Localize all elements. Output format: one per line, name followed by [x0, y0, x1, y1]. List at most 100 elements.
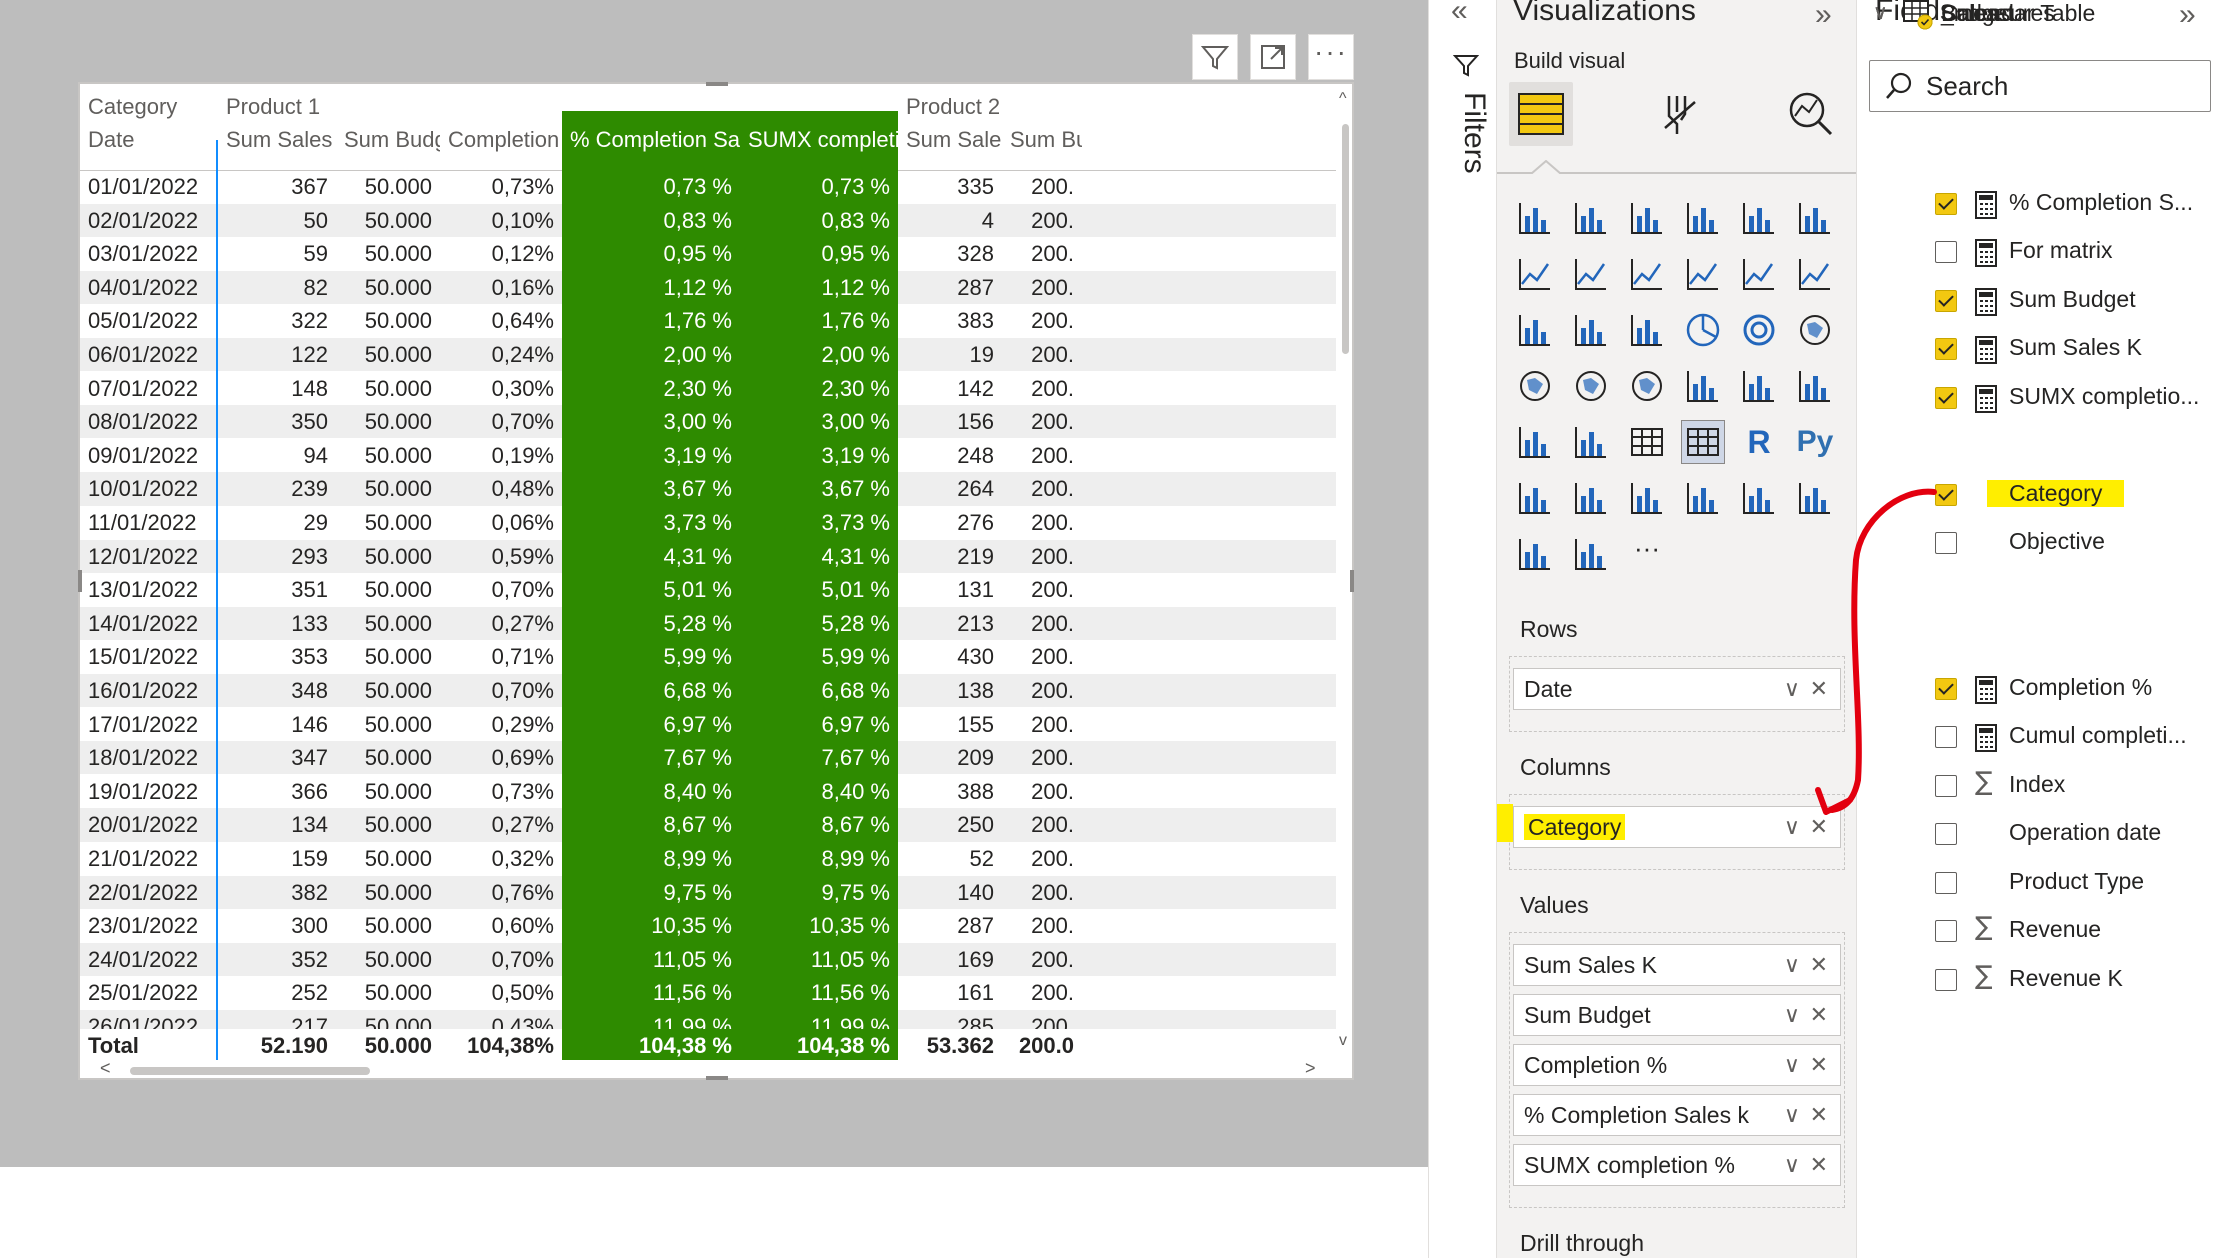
- column-header[interactable]: Completion %: [440, 123, 562, 156]
- field-name[interactable]: Revenue: [2009, 916, 2101, 943]
- field-name[interactable]: Sum Sales K: [2009, 334, 2142, 361]
- column-group-product-1[interactable]: Product 1: [218, 90, 518, 123]
- stacked-bar-icon[interactable]: [1513, 196, 1557, 240]
- field-name[interactable]: Sum Budget: [2009, 286, 2136, 313]
- values-field[interactable]: Completion % ∨ ✕: [1513, 1044, 1841, 1086]
- field-checkbox[interactable]: [1935, 920, 1957, 942]
- resize-handle-left[interactable]: [78, 570, 82, 592]
- chevron-down-icon[interactable]: ∨: [1784, 1145, 1800, 1185]
- key-influencers-icon[interactable]: [1513, 476, 1557, 520]
- values-field[interactable]: Sum Budget ∨ ✕: [1513, 994, 1841, 1036]
- treemap-icon[interactable]: [1793, 308, 1837, 352]
- clustered-column-icon[interactable]: [1681, 196, 1725, 240]
- chevron-down-icon[interactable]: ∨: [1873, 0, 1888, 25]
- table-row[interactable]: 06/01/2022 122 50.000 0,24% 2,00 % 2,00 % 19 20…: [80, 338, 1336, 372]
- horizontal-scroll-thumb[interactable]: [130, 1067, 370, 1075]
- table-row[interactable]: 22/01/2022 382 50.000 0,76% 9,75 % 9,75 % 140 2…: [80, 875, 1336, 909]
- qa-icon[interactable]: [1625, 476, 1669, 520]
- more-options-icon[interactable]: ···: [1308, 34, 1354, 80]
- field-checkbox[interactable]: [1935, 774, 1957, 797]
- field-checkbox[interactable]: [1935, 726, 1957, 748]
- field-checkbox[interactable]: [1935, 532, 1957, 554]
- power-automate-flow-icon[interactable]: [1569, 532, 1613, 576]
- multirow-card-icon[interactable]: [1793, 364, 1837, 408]
- table-row[interactable]: 05/01/2022 322 50.000 0,64% 1,76 % 1,76 % 383 2…: [80, 304, 1336, 338]
- 100pct-bar-icon[interactable]: [1737, 196, 1781, 240]
- line-clustered-icon[interactable]: [1737, 252, 1781, 296]
- table-row[interactable]: 24/01/2022 352 50.000 0,70% 11,05 % 11,05 % 16…: [80, 942, 1336, 977]
- field-name[interactable]: Index: [2009, 771, 2065, 798]
- column-header[interactable]: Sum Budget: [336, 123, 440, 156]
- field-checkbox[interactable]: [1935, 192, 1957, 215]
- decomposition-tree-icon[interactable]: [1569, 476, 1613, 520]
- field-checkbox[interactable]: [1935, 871, 1957, 894]
- r-visual-icon[interactable]: R: [1737, 420, 1781, 464]
- collapse-fields-icon[interactable]: »: [2179, 0, 2196, 32]
- search-input[interactable]: Search: [1869, 60, 2211, 112]
- table-row[interactable]: 19/01/2022 366 50.000 0,73% 8,40 % 8,40 % 388 2…: [80, 774, 1336, 809]
- matrix-icon[interactable]: [1681, 420, 1725, 464]
- clustered-bar-icon[interactable]: [1625, 196, 1669, 240]
- field-name[interactable]: Operation date: [2009, 819, 2161, 846]
- filters-label[interactable]: Filters: [1457, 92, 1491, 174]
- row-header-date[interactable]: Date: [80, 123, 218, 156]
- field-name[interactable]: Completion %: [2009, 674, 2152, 701]
- card-icon[interactable]: [1737, 364, 1781, 408]
- gauge-icon[interactable]: [1681, 364, 1725, 408]
- values-field[interactable]: SUMX completion % ∨ ✕: [1513, 1144, 1841, 1186]
- table-row[interactable]: 10/01/2022 239 50.000 0,48% 3,67 % 3,67 % 264 2…: [80, 472, 1336, 506]
- column-header[interactable]: Sum Bud: [1002, 123, 1082, 156]
- line-column-icon[interactable]: [1681, 252, 1725, 296]
- collapse-visualizations-icon[interactable]: »: [1815, 0, 1832, 32]
- stacked-area-icon[interactable]: [1625, 252, 1669, 296]
- field-checkbox[interactable]: [1935, 338, 1957, 360]
- table-row[interactable]: 01/01/2022 367 50.000 0,73% 0,73 % 0,73 % 335 2…: [80, 170, 1336, 204]
- scatter-icon[interactable]: [1625, 308, 1669, 352]
- columns-field-category[interactable]: Category ∨ ✕: [1513, 806, 1841, 848]
- column-header[interactable]: SUMX completion %: [740, 123, 898, 157]
- chevron-down-icon[interactable]: ∨: [1784, 669, 1800, 709]
- 100pct-column-icon[interactable]: [1793, 196, 1837, 240]
- table-row[interactable]: 11/01/2022 29 50.000 0,06% 3,73 % 3,73 % 276 20…: [80, 506, 1336, 540]
- map-icon[interactable]: [1513, 364, 1557, 408]
- column-header[interactable]: Sum Sales K: [218, 123, 336, 156]
- table-row[interactable]: 08/01/2022 350 50.000 0,70% 3,00 % 3,00 % 156 2…: [80, 405, 1336, 439]
- build-visual-tab[interactable]: [1509, 82, 1573, 146]
- table-row[interactable]: 25/01/2022 252 50.000 0,50% 11,56 % 11,56 % 16…: [80, 976, 1336, 1010]
- chevron-down-icon[interactable]: ∨: [1784, 1045, 1800, 1085]
- field-name[interactable]: Objective: [2009, 528, 2105, 555]
- kpi-icon[interactable]: [1513, 420, 1557, 464]
- vertical-scroll-thumb[interactable]: [1342, 124, 1349, 354]
- paginated-report-icon[interactable]: [1737, 476, 1781, 520]
- table-row[interactable]: 02/01/2022 50 50.000 0,10% 0,83 % 0,83 % 4 200.: [80, 203, 1336, 237]
- expand-filters-icon[interactable]: «: [1451, 0, 1468, 28]
- matrix-visual[interactable]: Category Product 1 Product 2 Date Sum Sales …: [78, 82, 1354, 1080]
- shape-map-icon[interactable]: [1625, 364, 1669, 408]
- field-checkbox[interactable]: [1935, 968, 1957, 991]
- field-checkbox[interactable]: [1935, 241, 1957, 263]
- table-row[interactable]: 16/01/2022 348 50.000 0,70% 6,68 % 6,68 % 138 2…: [80, 674, 1336, 708]
- table-row[interactable]: 21/01/2022 159 50.000 0,32% 8,99 % 8,99 % 52 20…: [80, 842, 1336, 876]
- field-name[interactable]: Category: [1987, 479, 2125, 507]
- resize-handle-right[interactable]: [1350, 570, 1354, 592]
- remove-field-icon[interactable]: ✕: [1810, 1145, 1828, 1185]
- field-name[interactable]: % Completion S...: [2009, 189, 2193, 216]
- rows-field-date[interactable]: Date ∨ ✕: [1513, 668, 1841, 710]
- power-automate-icon[interactable]: [1513, 532, 1557, 576]
- field-name[interactable]: Cumul completi...: [2009, 722, 2187, 749]
- stacked-column-icon[interactable]: [1569, 196, 1613, 240]
- field-name[interactable]: For matrix: [2009, 237, 2113, 264]
- field-checkbox[interactable]: [1935, 483, 1957, 506]
- table-name[interactable]: Sales: [1941, 0, 1999, 27]
- chevron-down-icon[interactable]: ∨: [1784, 945, 1800, 985]
- narrative-icon[interactable]: [1681, 476, 1725, 520]
- pie-chart-icon[interactable]: [1681, 308, 1725, 352]
- remove-field-icon[interactable]: ✕: [1810, 1045, 1828, 1085]
- field-checkbox[interactable]: [1935, 823, 1957, 845]
- table-row[interactable]: 14/01/2022 133 50.000 0,27% 5,28 % 5,28 % 213 2…: [80, 606, 1336, 641]
- remove-field-icon[interactable]: ✕: [1810, 995, 1828, 1035]
- donut-chart-icon[interactable]: [1737, 308, 1781, 352]
- column-group-product-2[interactable]: Product 2: [898, 90, 1198, 123]
- line-chart-icon[interactable]: [1513, 252, 1557, 296]
- field-name[interactable]: Product Type: [2009, 868, 2144, 895]
